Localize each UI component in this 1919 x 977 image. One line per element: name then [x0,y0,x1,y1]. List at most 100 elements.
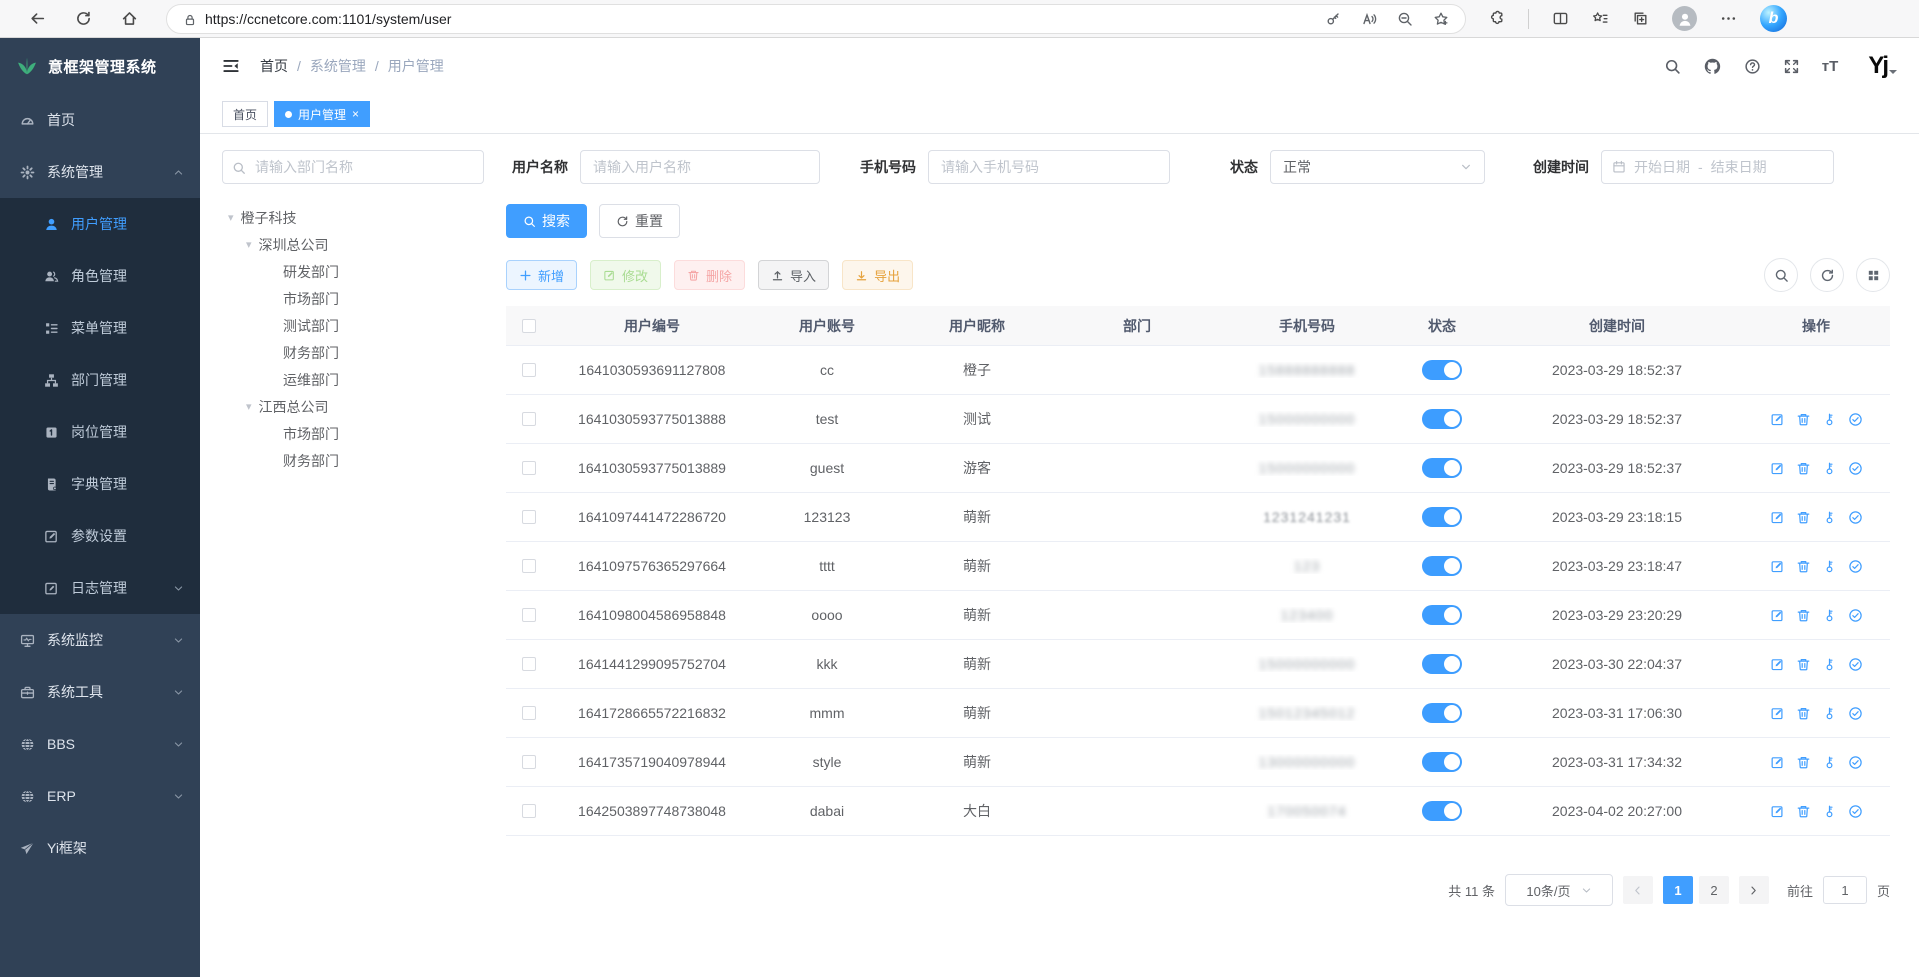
tree-node[interactable]: 运维部门 [222,366,484,393]
settings-menu-icon[interactable] [1720,10,1737,27]
edit-icon[interactable] [1770,657,1785,672]
sidebar-item-home[interactable]: 首页 [0,94,200,146]
user-logo[interactable]: Yj [1868,54,1887,78]
row-checkbox[interactable] [522,412,536,426]
tree-node[interactable]: 财务部门 [222,339,484,366]
fullscreen-icon[interactable] [1783,58,1800,75]
reset-password-icon[interactable] [1822,461,1837,476]
check-circle-icon[interactable] [1848,412,1863,427]
check-circle-icon[interactable] [1848,510,1863,525]
tree-node[interactable]: 市场部门 [222,285,484,312]
status-toggle[interactable] [1422,360,1462,380]
tab-user-manage[interactable]: 用户管理 × [274,101,370,127]
row-checkbox[interactable] [522,755,536,769]
edit-icon[interactable] [1770,461,1785,476]
delete-icon[interactable] [1796,412,1811,427]
page-button-2[interactable]: 2 [1699,876,1729,904]
delete-button[interactable]: 删除 [674,260,745,290]
check-circle-icon[interactable] [1848,706,1863,721]
reset-password-icon[interactable] [1822,804,1837,819]
sidebar-item-menu-manage[interactable]: 菜单管理 [0,302,200,354]
url-text[interactable]: https://ccnetcore.com:1101/system/user [205,11,1325,27]
status-toggle[interactable] [1422,752,1462,772]
tree-node[interactable]: 财务部门 [222,447,484,474]
edit-icon[interactable] [1770,706,1785,721]
address-bar[interactable]: https://ccnetcore.com:1101/system/user [166,4,1466,34]
sidebar-item-system-monitor[interactable]: 系统监控 [0,614,200,666]
show-search-button[interactable] [1764,258,1798,292]
edit-icon[interactable] [1770,804,1785,819]
date-range-picker[interactable]: 开始日期 - 结束日期 [1601,150,1834,184]
page-button-1[interactable]: 1 [1663,876,1693,904]
row-checkbox[interactable] [522,559,536,573]
reset-password-icon[interactable] [1822,657,1837,672]
collapse-sidebar-icon[interactable] [222,57,240,75]
check-circle-icon[interactable] [1848,559,1863,574]
favorite-add-icon[interactable] [1433,11,1449,27]
reset-button[interactable]: 重置 [599,204,680,238]
search-icon[interactable] [1664,58,1681,75]
check-circle-icon[interactable] [1848,804,1863,819]
row-checkbox[interactable] [522,706,536,720]
tree-node[interactable]: ▾江西总公司 [222,393,484,420]
reset-password-icon[interactable] [1822,755,1837,770]
refresh-icon[interactable] [68,4,98,34]
font-size-icon[interactable]: тT [1822,58,1839,75]
search-button[interactable]: 搜索 [506,204,587,238]
status-select[interactable]: 正常 [1270,150,1485,184]
select-all-checkbox[interactable] [522,319,536,333]
phone-input[interactable] [928,150,1170,184]
sidebar-item-param-settings[interactable]: 参数设置 [0,510,200,562]
row-checkbox[interactable] [522,510,536,524]
delete-icon[interactable] [1796,657,1811,672]
sidebar-item-post-manage[interactable]: 岗位管理 [0,406,200,458]
import-button[interactable]: 导入 [758,260,829,290]
profile-avatar[interactable] [1672,6,1697,31]
sidebar-item-erp[interactable]: ERP [0,770,200,822]
close-icon[interactable]: × [352,107,359,121]
copilot-icon[interactable]: b [1760,5,1787,32]
sidebar-item-user-manage[interactable]: 用户管理 [0,198,200,250]
reset-password-icon[interactable] [1822,706,1837,721]
status-toggle[interactable] [1422,801,1462,821]
row-checkbox[interactable] [522,657,536,671]
extensions-icon[interactable] [1488,10,1505,27]
collections-icon[interactable] [1632,10,1649,27]
sidebar-item-bbs[interactable]: BBS [0,718,200,770]
reset-password-icon[interactable] [1822,510,1837,525]
status-toggle[interactable] [1422,605,1462,625]
tab-home[interactable]: 首页 [222,101,268,127]
next-page-button[interactable] [1739,876,1769,904]
help-icon[interactable] [1744,58,1761,75]
column-settings-button[interactable] [1856,258,1890,292]
github-icon[interactable] [1703,57,1722,76]
status-toggle[interactable] [1422,507,1462,527]
sidebar-item-role-manage[interactable]: 角色管理 [0,250,200,302]
row-checkbox[interactable] [522,363,536,377]
row-checkbox[interactable] [522,461,536,475]
prev-page-button[interactable] [1623,876,1653,904]
check-circle-icon[interactable] [1848,755,1863,770]
delete-icon[interactable] [1796,461,1811,476]
status-toggle[interactable] [1422,703,1462,723]
edit-icon[interactable] [1770,510,1785,525]
status-toggle[interactable] [1422,458,1462,478]
reset-password-icon[interactable] [1822,608,1837,623]
reset-password-icon[interactable] [1822,412,1837,427]
delete-icon[interactable] [1796,706,1811,721]
check-circle-icon[interactable] [1848,461,1863,476]
delete-icon[interactable] [1796,510,1811,525]
sidebar-item-system-manage[interactable]: 系统管理 [0,146,200,198]
goto-page-input[interactable] [1823,876,1867,904]
check-circle-icon[interactable] [1848,657,1863,672]
key-icon[interactable] [1325,11,1341,27]
username-input[interactable] [580,150,820,184]
delete-icon[interactable] [1796,804,1811,819]
page-size-select[interactable]: 10条/页 [1505,874,1613,906]
edit-icon[interactable] [1770,608,1785,623]
split-screen-icon[interactable] [1552,10,1569,27]
tree-node[interactable]: 研发部门 [222,258,484,285]
delete-icon[interactable] [1796,608,1811,623]
breadcrumb-home[interactable]: 首页 [260,56,288,76]
delete-icon[interactable] [1796,755,1811,770]
